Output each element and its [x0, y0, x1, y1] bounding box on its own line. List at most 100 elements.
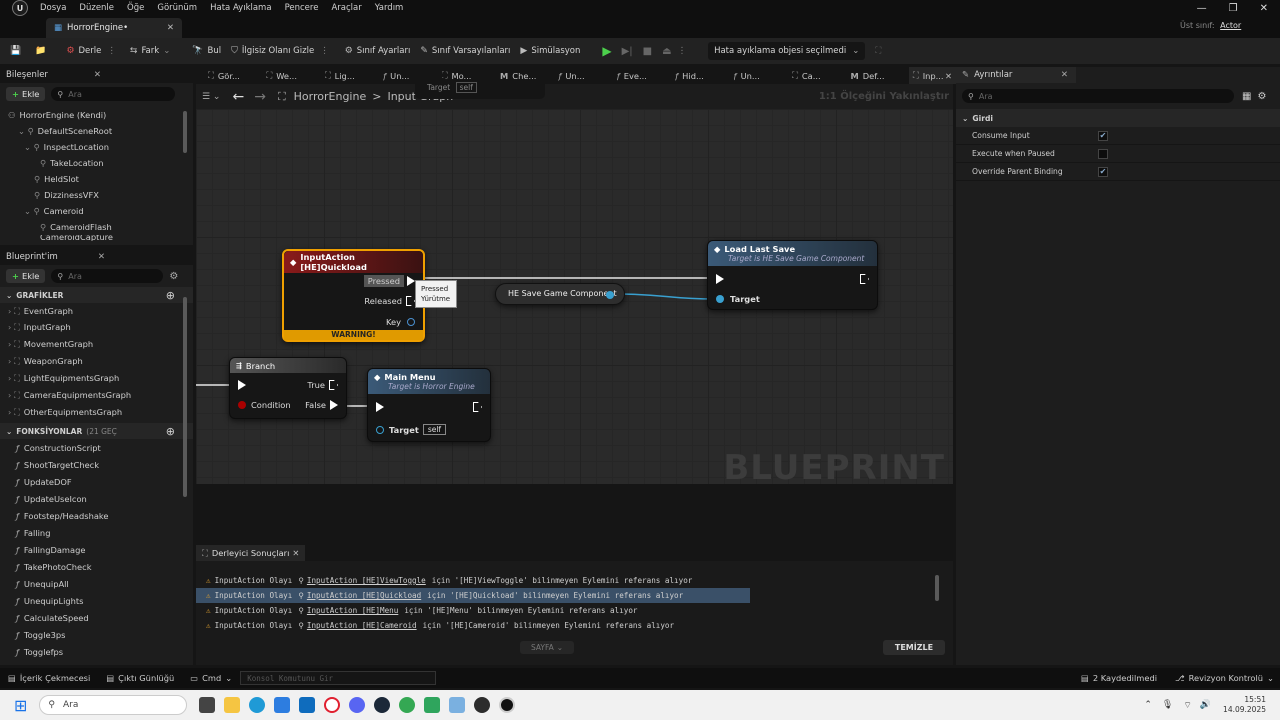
components-search-input[interactable]: ⚲ Ara [51, 87, 176, 101]
function-item[interactable]: ƒ FallingDamage [0, 542, 193, 558]
wifi-icon[interactable]: ⌔ [1183, 700, 1191, 711]
consume-input-checkbox[interactable]: ✔ [1098, 130, 1108, 141]
branch-exec-in-pin[interactable] [238, 380, 246, 390]
execute-when-paused-checkbox[interactable] [1098, 148, 1108, 159]
edge-icon[interactable] [249, 697, 266, 713]
xbox-icon[interactable] [474, 697, 491, 713]
branch-true-pin[interactable]: True [307, 380, 338, 390]
close-components-icon[interactable]: ✕ [94, 70, 101, 80]
menu-file[interactable]: Dosya [40, 3, 66, 13]
store-icon[interactable] [274, 697, 291, 713]
revision-control-button[interactable]: ⎇ Revizyon Kontrolü ⌄ [1175, 673, 1274, 683]
close-tab-icon[interactable]: ✕ [167, 23, 174, 33]
ms-teams-icon[interactable] [424, 697, 441, 713]
console-input[interactable]: Konsol Komutunu Gir [240, 671, 437, 685]
content-drawer-button[interactable]: ▤ İçerik Çekmecesi [8, 673, 90, 683]
graph-tab[interactable]: M Def... [850, 71, 896, 81]
myblueprint-search-input[interactable]: ⚲ Ara [51, 269, 164, 283]
simulation-button[interactable]: ▶ Simülasyon [520, 46, 580, 56]
steam-icon[interactable] [374, 697, 391, 713]
table-view-icon[interactable]: ▦ [1242, 91, 1251, 102]
component-item[interactable]: ⌄ ⚲ DefaultSceneRoot [0, 123, 193, 139]
find-button[interactable]: 🔭 Bul [192, 46, 221, 56]
function-item[interactable]: ƒ UpdateDOF [0, 474, 193, 490]
debug-filter-icon[interactable]: ⛶ [875, 46, 881, 56]
function-item[interactable]: ƒ CalculateSpeed [0, 610, 193, 626]
doc-tab-horrorengine[interactable]: ▦ HorrorEngine• ✕ [46, 18, 182, 38]
function-item[interactable]: ƒ UpdateUseIcon [0, 491, 193, 507]
breadcrumb-root[interactable]: HorrorEngine [294, 90, 367, 103]
function-item[interactable]: ƒ UnequipLights [0, 593, 193, 609]
menu-target-pin[interactable]: Target self [376, 424, 447, 435]
settings-gear-icon[interactable]: ⚙ [169, 271, 178, 282]
microphone-icon[interactable]: 🎙 [1162, 700, 1173, 710]
function-item[interactable]: ƒ Togglefps [0, 644, 193, 660]
add-member-button[interactable]: + Ekle [6, 269, 46, 283]
graph-tab[interactable]: ƒ Eve... [617, 71, 663, 81]
close-details-icon[interactable]: ✕ [1061, 70, 1068, 80]
log-line[interactable]: ⚠ InputAction Olayı ⚲ InputAction [HE]Ca… [196, 618, 953, 633]
details-settings-icon[interactable]: ⚙ [1257, 91, 1266, 102]
menu-debug[interactable]: Hata Ayıklama [210, 3, 271, 13]
component-item[interactable]: ⚇ HorrorEngine (Kendi) [0, 107, 193, 123]
branch-node[interactable]: ⇶ Branch True False Condition [229, 357, 347, 419]
outlook-icon[interactable] [299, 697, 316, 713]
function-item[interactable]: ƒ ShootTargetCheck [0, 457, 193, 473]
page-button[interactable]: SAYFA ⌄ [520, 641, 574, 654]
forward-arrow-icon[interactable]: → [254, 89, 266, 105]
chrome-icon[interactable] [399, 697, 416, 713]
key-pin[interactable]: Key [386, 317, 415, 327]
component-output-pin[interactable] [606, 291, 614, 299]
back-arrow-icon[interactable]: ← [232, 89, 244, 105]
function-item[interactable]: ƒ TakePhotoCheck [0, 559, 193, 575]
graph-tab[interactable]: M Che... [500, 71, 546, 81]
function-item[interactable]: ƒ ConstructionScript [0, 440, 193, 456]
close-myblueprint-icon[interactable]: ✕ [98, 252, 105, 262]
graphs-section-header[interactable]: ⌄ GRAFİKLER ⊕ [0, 287, 193, 303]
unreal-taskbar-icon[interactable] [499, 697, 516, 713]
file-explorer-icon[interactable] [224, 697, 241, 713]
minimize-icon[interactable]: — [1197, 3, 1207, 14]
windows-start-icon[interactable]: ⊞ [14, 696, 27, 715]
parent-class-link[interactable]: Actor [1220, 21, 1241, 30]
graph-item[interactable]: › ⛶ MovementGraph [0, 336, 193, 352]
graph-item[interactable]: › ⛶ OtherEquipmentsGraph [0, 404, 193, 420]
task-view-icon[interactable] [199, 697, 216, 713]
close-window-icon[interactable]: ✕ [1260, 3, 1268, 14]
opera-icon[interactable] [324, 697, 341, 713]
diff-button[interactable]: ⇆ Fark ⌄ [130, 46, 170, 56]
eject-button[interactable]: ⏏ ⋮ [662, 46, 686, 57]
myblueprint-scrollbar[interactable] [183, 297, 187, 497]
log-line[interactable]: ⚠ InputAction Olayı ⚲ InputAction [HE]Vi… [196, 573, 953, 588]
load-exec-out-pin[interactable] [860, 274, 869, 284]
compile-button[interactable]: ⚙ Derle ⋮ [66, 46, 115, 56]
maximize-icon[interactable]: ❐ [1229, 3, 1238, 14]
component-item[interactable]: ⚲ DizzinessVFX [0, 187, 193, 203]
menu-tools[interactable]: Araçlar [331, 3, 361, 13]
graph-item[interactable]: › ⛶ CameraEquipmentsGraph [0, 387, 193, 403]
load-target-pin[interactable]: Target [716, 294, 760, 304]
menu-view[interactable]: Görünüm [157, 3, 197, 13]
graph-menu-icon[interactable]: ☰ ⌄ [202, 92, 220, 102]
save-icon[interactable]: 💾 [10, 46, 25, 56]
graph-item[interactable]: › ⛶ LightEquipmentsGraph [0, 370, 193, 386]
play-button[interactable]: ▶ [602, 44, 611, 58]
add-graph-icon[interactable]: ⊕ [166, 289, 175, 302]
component-item[interactable]: ⚲ TakeLocation [0, 155, 193, 171]
hide-unrelated-button[interactable]: ⛉ İlgisiz Olanı Gizle ⋮ [231, 46, 329, 56]
graph-tab[interactable]: ƒ Un... [558, 71, 604, 81]
step-button[interactable]: ▶| [622, 46, 633, 57]
graph-tab[interactable]: ⛶ Mo... [442, 70, 488, 81]
override-parent-binding-checkbox[interactable]: ✔ [1098, 166, 1108, 177]
graph-tab[interactable]: ⛶ Gör... [208, 70, 254, 81]
menu-window[interactable]: Pencere [285, 3, 319, 13]
volume-icon[interactable]: 🔊 [1200, 700, 1211, 710]
menu-exec-in-pin[interactable] [376, 402, 384, 412]
debug-object-select[interactable]: Hata ayıklama objesi seçilmedi ⌄ [708, 42, 866, 60]
graph-tab[interactable]: ⛶ Ca... [792, 70, 838, 81]
unreal-logo-icon[interactable]: U [12, 0, 28, 16]
stop-button[interactable]: ■ [643, 46, 652, 57]
load-last-save-node[interactable]: ◆ Load Last Save Target is HE Save Game C… [707, 240, 878, 310]
cmd-select[interactable]: ▭ Cmd ⌄ [190, 673, 232, 683]
compiler-results-tab[interactable]: ⛶ Derleyici Sonuçları ✕ [196, 545, 306, 561]
